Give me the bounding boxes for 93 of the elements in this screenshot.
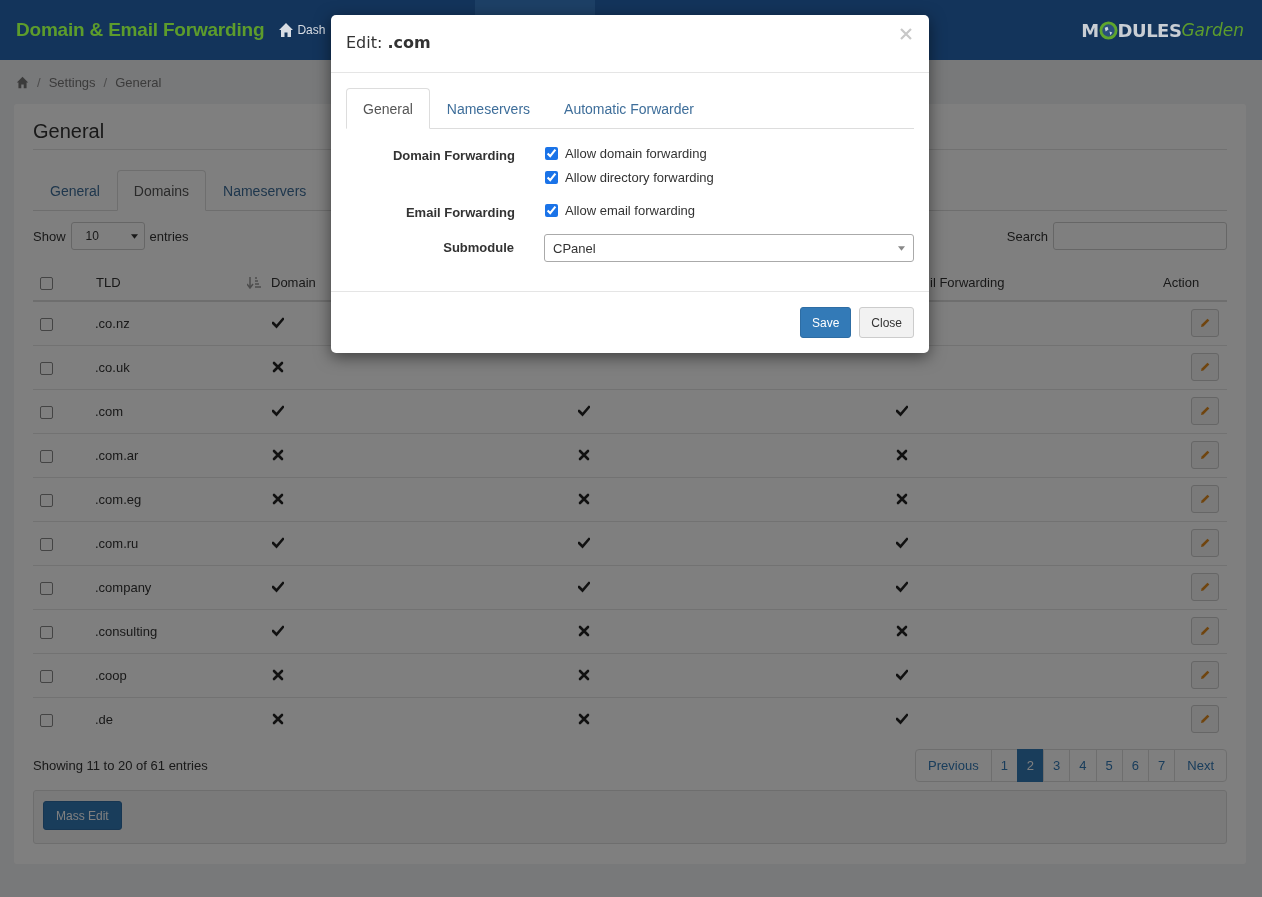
checkbox[interactable] [545,147,558,160]
edit-button[interactable] [1191,617,1219,645]
breadcrumb-link[interactable]: General [115,74,162,90]
table-cell: .consulting [95,609,270,653]
pencil-icon [1199,581,1211,593]
caret-icon [898,245,905,251]
checkbox-label: Allow directory forwarding [565,170,714,185]
home-icon [278,22,295,38]
edit-button[interactable] [1191,397,1219,425]
page-link[interactable]: 3 [1043,749,1071,782]
edit-button[interactable] [1191,661,1219,689]
save-button[interactable]: Save [799,307,852,338]
select-all-checkbox[interactable] [40,277,53,291]
page-link[interactable]: 1 [990,749,1018,782]
pencil-icon [1199,713,1211,726]
logo-text: M [1081,19,1099,41]
page-link[interactable]: Previous [915,749,992,782]
pencil-icon [1199,361,1211,373]
field-label: Email Forwarding [404,204,515,220]
edit-button[interactable] [1191,441,1219,469]
search-field[interactable] [1053,222,1227,250]
table-cell: .com.ar [95,433,270,477]
pencil-icon [1199,669,1211,681]
search-label: Search [1006,228,1048,244]
checkbox[interactable] [545,171,558,184]
field-label: Submodule [442,239,515,257]
table-cell: .company [95,565,270,609]
modal-title: Edit: .com [346,33,431,52]
pencil-icon [1199,449,1211,461]
table-cell: .coop [95,653,270,697]
logo-text: DULES [1117,19,1182,41]
pencil-icon [1199,537,1211,549]
checkbox-label: Allow email forwarding [565,203,696,218]
caret-icon [130,233,138,239]
column-header[interactable]: il Forwarding [930,275,1005,290]
column-header[interactable]: TLD [96,275,121,290]
row-checkbox[interactable] [40,317,53,331]
tab[interactable]: Domains [116,170,207,211]
field-label: Domain Forwarding [391,147,515,165]
edit-button[interactable] [1191,705,1219,734]
mass-edit-button[interactable]: Mass Edit [43,801,122,830]
pencil-icon [1199,405,1211,417]
table-cell: .co.uk [95,345,270,389]
tab[interactable]: General [33,170,117,211]
column-header: Action [1163,275,1200,290]
edit-button[interactable] [1191,485,1219,513]
app-title: Domain & Email Forwarding [16,19,265,41]
edit-button[interactable] [1191,353,1219,381]
page-link[interactable]: 5 [1095,749,1123,782]
tab[interactable]: Nameservers [206,170,324,211]
page-link[interactable]: 2 [1016,749,1045,782]
pencil-icon [1199,317,1211,330]
breadcrumb-separator: / [37,74,41,90]
page-link[interactable]: 4 [1069,749,1097,782]
table-cell: .com.ru [95,521,270,565]
globe-icon [1098,20,1118,40]
page-link[interactable]: 7 [1148,749,1176,782]
breadcrumb-link[interactable]: Settings [48,74,96,90]
pencil-icon [1199,625,1211,637]
logo-text: Garden [1181,20,1244,40]
entries-info: Showing 11 to 20 of 61 entries [33,758,208,773]
nav-link[interactable]: Dash [278,22,326,38]
sort-icon [247,276,261,289]
page-link[interactable]: Next [1174,749,1227,782]
edit-button[interactable] [1191,529,1219,557]
row-checkbox[interactable] [40,713,53,727]
row-checkbox[interactable] [40,625,53,639]
table-cell: .co.nz [95,301,270,345]
row-checkbox[interactable] [40,537,53,551]
table-cell: .com.eg [95,477,270,521]
close-button[interactable]: Close [859,307,914,338]
breadcrumb-separator: / [103,74,108,90]
home-icon[interactable] [16,75,29,89]
entries-label: entries [149,228,189,244]
checkbox[interactable] [545,204,558,217]
show-label: Show [33,228,66,244]
table-cell: .de [95,697,270,741]
row-checkbox[interactable] [40,581,53,595]
tab[interactable]: General [346,88,430,129]
row-checkbox[interactable] [40,493,53,507]
edit-button[interactable] [1191,309,1219,338]
pencil-icon [1199,493,1211,505]
close-icon[interactable] [900,27,912,40]
submodule-select[interactable]: CPanel [544,234,914,262]
row-checkbox[interactable] [40,669,53,683]
row-checkbox[interactable] [40,405,53,419]
row-checkbox[interactable] [40,361,53,375]
row-checkbox[interactable] [40,449,53,463]
table-cell: .com [95,389,270,433]
page-size-select[interactable]: 10 [70,222,145,250]
column-header[interactable]: Domain [271,275,316,290]
edit-button[interactable] [1191,573,1219,601]
page-link[interactable]: 6 [1121,749,1150,782]
